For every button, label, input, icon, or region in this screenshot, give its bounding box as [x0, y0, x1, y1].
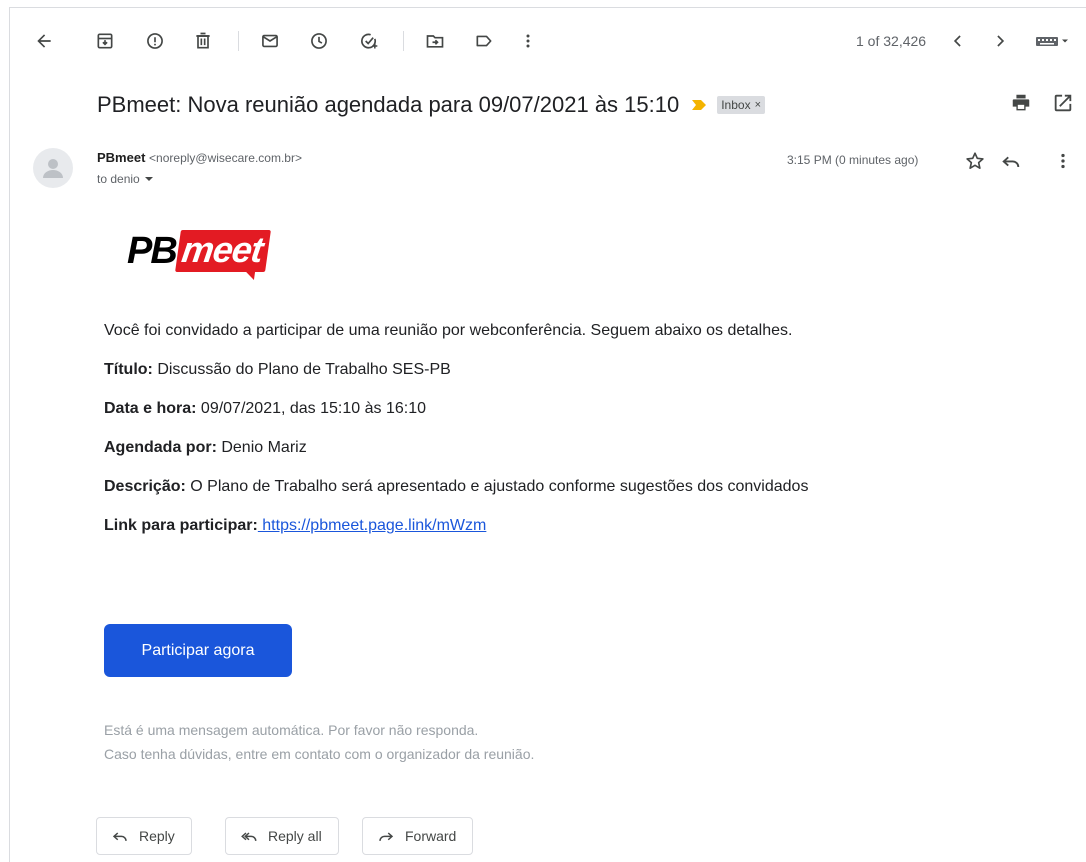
footnote-line-2: Caso tenha dúvidas, entre em contato com… [104, 746, 535, 762]
footnote: Está é uma mensagem automática. Por favo… [104, 718, 534, 766]
reply-button[interactable]: Reply [96, 817, 192, 855]
logo-meet-text: meet [174, 229, 271, 272]
more-options-button[interactable] [514, 27, 542, 55]
recipient-text: to denio [97, 172, 140, 186]
label-text: Inbox [721, 98, 751, 112]
more-vert-icon [526, 34, 530, 48]
reply-all-icon [241, 832, 257, 842]
reply-all-button[interactable]: Reply all [225, 817, 339, 855]
pager-count: 1 of 32,426 [856, 33, 927, 49]
description-line: Descrição: O Plano de Trabalho será apre… [104, 474, 864, 499]
forward-icon [379, 832, 394, 842]
mark-unread-button[interactable] [256, 27, 284, 55]
recipient-details-toggle[interactable]: to denio [97, 172, 154, 186]
scheduler-line: Agendada por: Denio Mariz [104, 435, 864, 460]
toolbar-divider [403, 31, 404, 51]
archive-icon [97, 33, 113, 49]
title-value: Discussão do Plano de Trabalho SES-PB [152, 361, 451, 378]
reply-icon[interactable] [1000, 150, 1022, 172]
toolbar: 1 of 32,426 [0, 0, 1086, 76]
star-icon[interactable] [964, 150, 986, 172]
labels-button[interactable] [470, 27, 498, 55]
scheduler-label: Agendada por: [104, 439, 217, 456]
intro-paragraph: Você foi convidado a participar de uma r… [104, 322, 793, 339]
sender-name[interactable]: PBmeet [97, 150, 145, 165]
trash-icon [196, 32, 210, 49]
report-icon [147, 33, 163, 49]
remove-label-icon[interactable]: × [755, 99, 761, 111]
link-line: Link para participar: https://pbmeet.pag… [104, 513, 864, 538]
importance-marker-icon[interactable] [691, 99, 707, 111]
older-button[interactable] [986, 27, 1014, 55]
caret-down-icon [144, 177, 153, 181]
description-value: O Plano de Trabalho será apresentado e a… [185, 478, 809, 495]
forward-label: Forward [405, 828, 457, 844]
archive-button[interactable] [91, 27, 119, 55]
sender-avatar[interactable] [33, 148, 73, 188]
title-line: Título: Discussão do Plano de Trabalho S… [104, 357, 864, 382]
delete-button[interactable] [189, 27, 217, 55]
more-vert-icon[interactable] [1052, 150, 1074, 172]
email-body: Você foi convidado a participar de uma r… [104, 318, 864, 552]
subject-row: PBmeet: Nova reunião agendada para 09/07… [97, 90, 766, 120]
join-now-button[interactable]: Participar agora [104, 624, 292, 677]
input-tools-button[interactable] [1030, 27, 1074, 55]
sender-email: <noreply@wisecare.com.br> [149, 151, 302, 165]
label-icon [476, 35, 492, 47]
inbox-label-chip[interactable]: Inbox × [717, 96, 766, 114]
person-icon [43, 159, 63, 178]
chevron-left-icon [953, 35, 961, 47]
toolbar-divider [238, 31, 239, 51]
reply-label: Reply [139, 828, 175, 844]
add-task-icon [361, 33, 378, 49]
scheduler-value: Denio Mariz [216, 439, 307, 456]
move-to-button[interactable] [421, 27, 449, 55]
mail-icon [262, 34, 278, 48]
link-label: Link para participar: [104, 517, 258, 534]
email-subject: PBmeet: Nova reunião agendada para 09/07… [97, 92, 680, 117]
meeting-link[interactable]: https://pbmeet.page.link/mWzm [258, 517, 486, 534]
keyboard-icon [1036, 37, 1068, 46]
date-line: Data e hora: 09/07/2021, das 15:10 às 16… [104, 396, 864, 421]
date-value: 09/07/2021, das 15:10 às 16:10 [196, 400, 426, 417]
report-spam-button[interactable] [141, 27, 169, 55]
chevron-right-icon [997, 35, 1005, 47]
newer-button[interactable] [944, 27, 972, 55]
pbmeet-logo: PB meet [127, 227, 271, 275]
clock-icon [311, 33, 327, 49]
description-label: Descrição: [104, 478, 186, 495]
footnote-line-1: Está é uma mensagem automática. Por favo… [104, 722, 479, 738]
snooze-button[interactable] [305, 27, 333, 55]
forward-button[interactable]: Forward [362, 817, 474, 855]
print-icon[interactable] [1010, 92, 1032, 114]
move-to-folder-icon [426, 35, 444, 48]
sender-line: PBmeet <noreply@wisecare.com.br> [97, 150, 302, 165]
reply-all-label: Reply all [268, 828, 322, 844]
title-label: Título: [104, 361, 153, 378]
add-task-button[interactable] [355, 27, 383, 55]
received-time: 3:15 PM (0 minutes ago) [787, 153, 919, 167]
date-label: Data e hora: [104, 400, 197, 417]
open-in-new-window-icon[interactable] [1052, 92, 1074, 114]
logo-pb-text: PB [127, 229, 178, 272]
arrow-left-icon [37, 34, 51, 48]
reply-icon [112, 832, 127, 842]
back-button[interactable] [30, 27, 58, 55]
